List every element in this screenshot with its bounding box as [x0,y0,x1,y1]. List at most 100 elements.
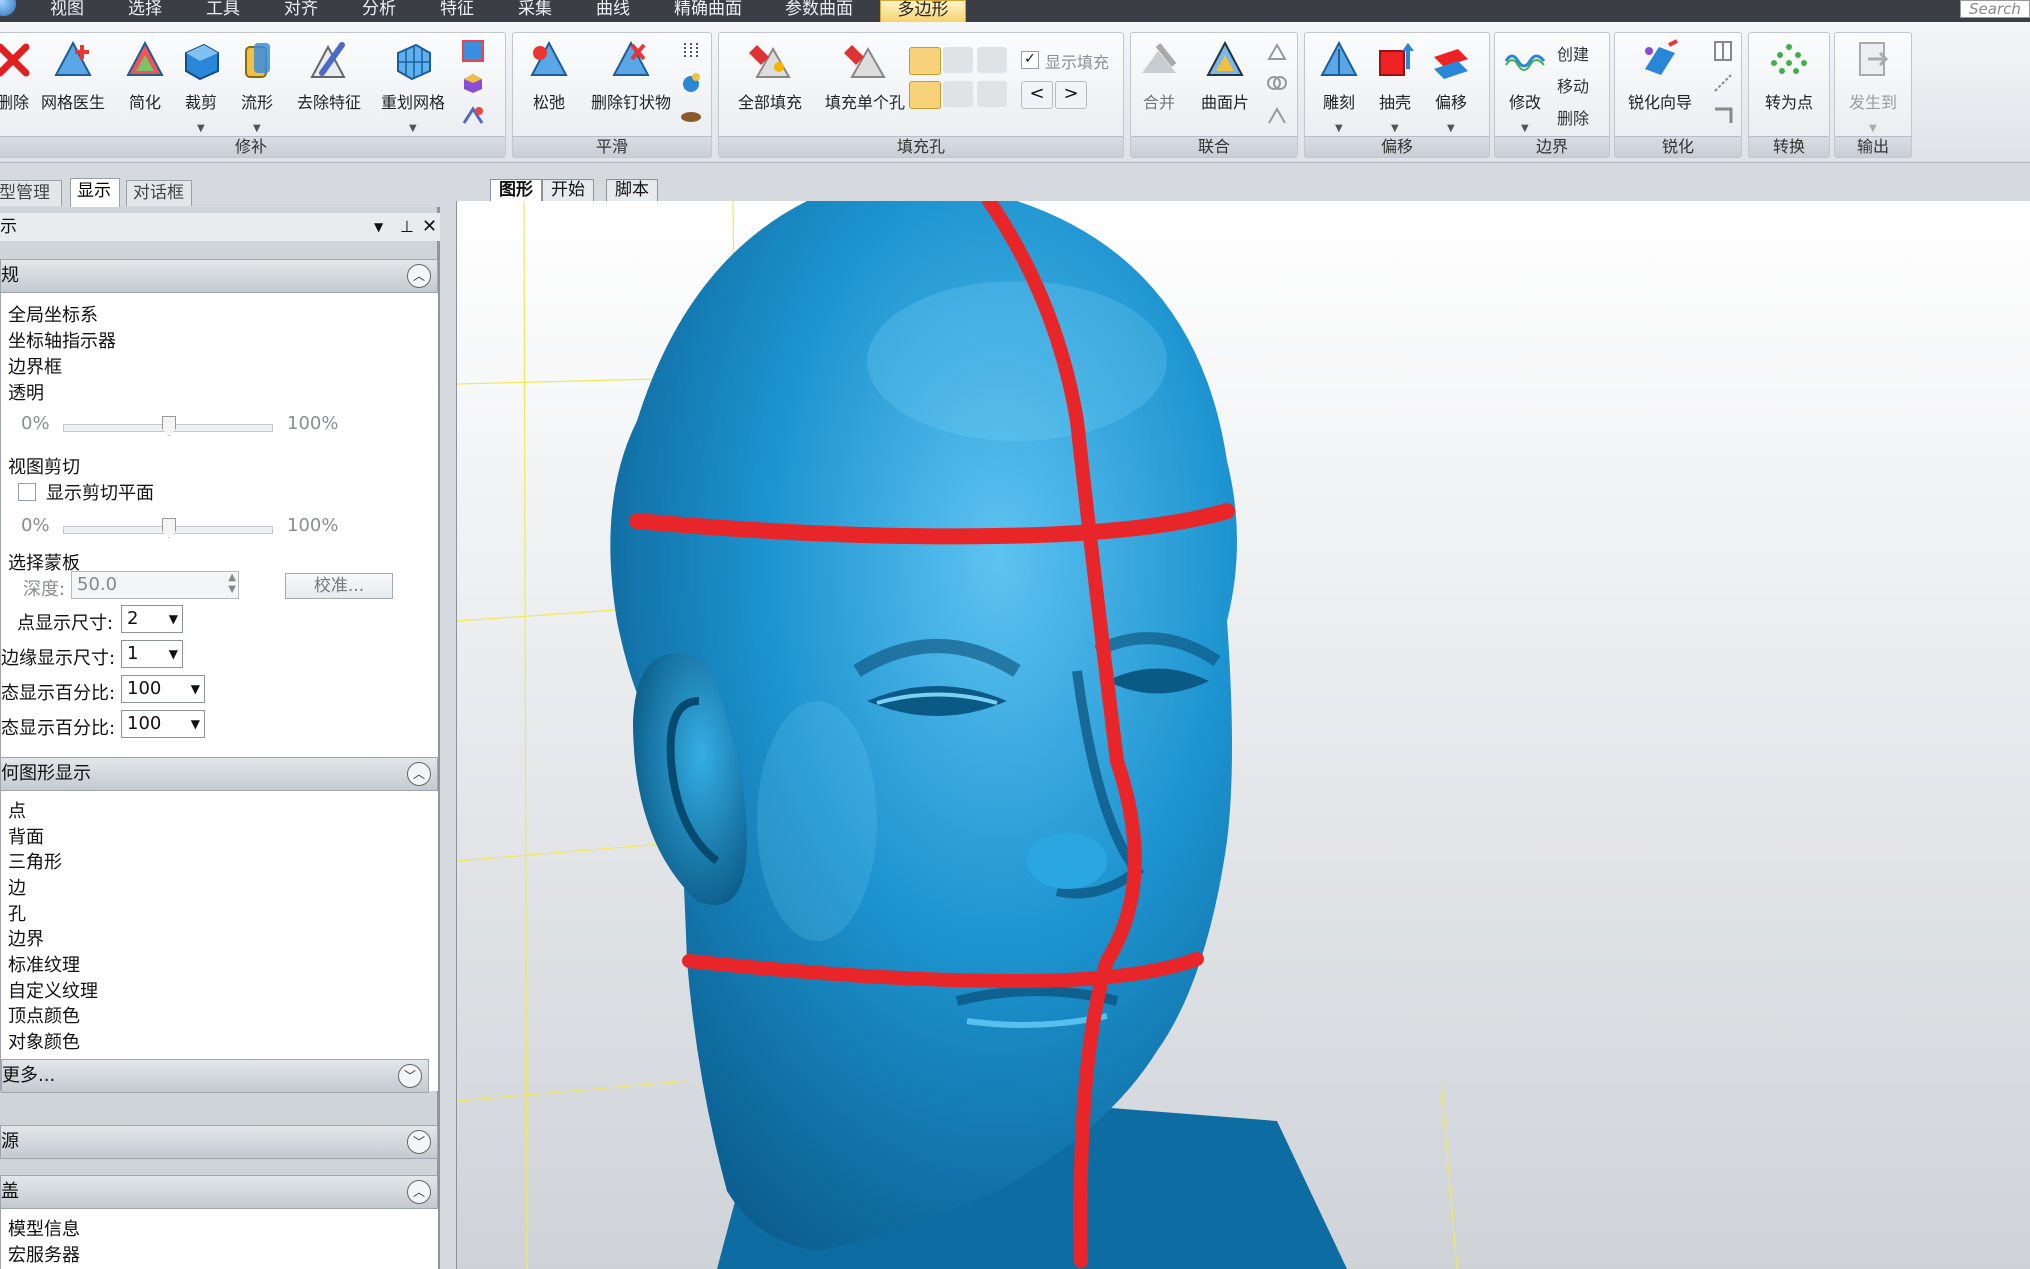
menu-curves[interactable]: 曲线 [582,0,644,22]
overlay-option-macro-server[interactable]: 宏服务器 [8,1241,80,1267]
sharpen-small-icon-2[interactable] [1711,71,1735,95]
fill-type-curvature-button[interactable] [909,47,941,75]
more-options-button[interactable]: 更多... ﹀ [1,1059,429,1093]
previous-hole-icon[interactable]: < [1021,81,1053,109]
geometry-option-vertex-color[interactable]: 顶点颜色 [8,1002,80,1028]
geometry-option-custom-texture[interactable]: 自定义纹理 [8,977,98,1003]
fill-all-button[interactable]: 全部填充 [727,39,813,119]
combine-small-icon-1[interactable] [1265,39,1289,63]
transparency-slider[interactable] [63,416,273,436]
collapse-down-icon[interactable]: ﹀ [407,1130,431,1154]
offset-dropdown-icon[interactable]: ▼ [1447,123,1455,134]
collapse-up-icon[interactable]: ︿ [407,1180,431,1204]
trim-dropdown-icon[interactable]: ▼ [197,123,205,134]
search-input[interactable]: Search [1960,0,2030,18]
menu-view[interactable]: 视图 [36,0,98,22]
dynamic-percent-select[interactable]: 100 ▼ [121,710,205,738]
tab-start[interactable]: 开始 [542,179,594,201]
create-boundary-button[interactable]: 创建 [1557,41,1589,65]
section-general-header[interactable]: 规 ︿ [0,259,438,293]
fill-single-hole-button[interactable]: 填充单个孔 [815,39,915,119]
geometry-option-boundaries[interactable]: 边界 [8,925,44,951]
depth-spinner[interactable]: 50.0 ▲ ▼ [71,571,239,599]
fill-type-tangent-button[interactable] [943,47,973,73]
fill-type-flat-button[interactable] [977,47,1007,73]
application-orb-button[interactable] [0,0,16,16]
relax-button[interactable]: 松弛 [513,39,585,119]
remesh-button[interactable]: 重划网格 ▼ [377,39,449,134]
smooth-small-icon-2[interactable] [679,71,703,95]
geometry-option-standard-texture[interactable]: 标准纹理 [8,951,80,977]
calibrate-button[interactable]: 校准... [285,573,393,599]
combine-small-icon-3[interactable] [1265,103,1289,127]
overlay-option-model-info[interactable]: 模型信息 [8,1215,80,1241]
menu-polygons[interactable]: 多边形 [880,0,966,22]
3d-viewport[interactable] [456,201,2030,1269]
delete-boundary-button[interactable]: 删除 [1557,105,1589,129]
tab-graphics[interactable]: 图形 [490,179,542,201]
flow-button[interactable]: 流形 ▼ [221,39,293,134]
shell-dropdown-icon[interactable]: ▼ [1391,123,1399,134]
fill-bridge-button[interactable] [977,81,1007,107]
section-overlay-header[interactable]: 盖 ︿ [0,1175,438,1209]
move-boundary-button[interactable]: 移动 [1557,73,1589,97]
tab-dialog[interactable]: 对话框 [126,180,192,206]
fill-complete-button[interactable] [909,81,941,109]
sharpen-small-icon-3[interactable] [1711,103,1735,127]
menu-exact-surfacing[interactable]: 精确曲面 [660,0,756,22]
panel-menu-dropdown-icon[interactable]: ▼ [374,213,383,241]
modify-dropdown-icon[interactable]: ▼ [1521,123,1529,134]
combine-small-icon-2[interactable] [1265,71,1289,95]
flow-dropdown-icon[interactable]: ▼ [253,123,261,134]
show-fill-checkbox[interactable]: ✓ [1021,51,1039,69]
head-mesh-model[interactable] [610,201,1347,1269]
section-geometry-display-header[interactable]: 何图形显示 ︿ [0,757,438,791]
axis-indicator-option[interactable]: 坐标轴指示器 [8,327,116,353]
menu-select[interactable]: 选择 [114,0,176,22]
menu-parametric-surfacing[interactable]: 参数曲面 [768,0,870,22]
collapse-up-icon[interactable]: ︿ [407,264,431,288]
menu-tools[interactable]: 工具 [192,0,254,22]
geometry-option-object-color[interactable]: 对象颜色 [8,1028,80,1054]
tab-model-manager[interactable]: 型管理器 [0,180,62,227]
menu-align[interactable]: 对齐 [270,0,332,22]
collapse-down-icon[interactable]: ﹀ [398,1064,422,1088]
menu-analysis[interactable]: 分析 [348,0,410,22]
send-to-button[interactable]: 发生到 ▼ [1837,39,1909,134]
modify-button[interactable]: 修改 ▼ [1493,39,1557,134]
smooth-small-icon-3[interactable] [679,103,703,127]
offset-button[interactable]: 偏移 ▼ [1415,39,1487,134]
section-light-source-header[interactable]: 源 ﹀ [0,1125,438,1159]
global-coordinate-option[interactable]: 全局坐标系 [8,301,98,327]
close-icon[interactable]: ✕ [422,213,437,241]
fill-edge-button[interactable] [943,81,973,107]
bounding-box-option[interactable]: 边界框 [8,353,62,379]
clip-slider-thumb[interactable] [162,518,176,538]
sharpen-wizard-button[interactable]: 锐化向导 [1615,39,1705,119]
transparency-slider-thumb[interactable] [162,416,176,436]
geometry-option-triangles[interactable]: 三角形 [8,848,62,874]
menu-features[interactable]: 特征 [426,0,488,22]
clip-slider[interactable] [63,518,273,538]
remove-feature-button[interactable]: 去除特征 [293,39,365,119]
sharpen-small-icon-1[interactable] [1711,39,1735,63]
point-size-select[interactable]: 2 ▼ [121,605,183,633]
geometry-option-points[interactable]: 点 [8,797,26,823]
geometry-option-holes[interactable]: 孔 [8,900,26,926]
mesh-small-icon-2[interactable] [461,71,485,95]
static-percent-select[interactable]: 100 ▼ [121,675,205,703]
geometry-option-backfaces[interactable]: 背面 [8,823,44,849]
mesh-small-icon-3[interactable] [461,103,485,127]
tab-display[interactable]: 显示 [70,178,120,208]
remove-spikes-button[interactable]: 删除钉状物 [579,39,683,119]
smooth-small-icon-1[interactable] [679,39,703,63]
send-to-dropdown-icon[interactable]: ▼ [1869,123,1877,134]
menu-capture[interactable]: 采集 [504,0,566,22]
remesh-dropdown-icon[interactable]: ▼ [409,123,417,134]
pin-icon[interactable]: ⊥ [400,213,414,241]
tab-script[interactable]: 脚本 [606,179,658,201]
spin-arrows-icon[interactable]: ▲ ▼ [228,572,236,596]
patch-button[interactable]: 曲面片 [1189,39,1261,119]
show-clip-plane-checkbox[interactable] [18,483,36,501]
to-points-button[interactable]: 转为点 [1753,39,1825,119]
